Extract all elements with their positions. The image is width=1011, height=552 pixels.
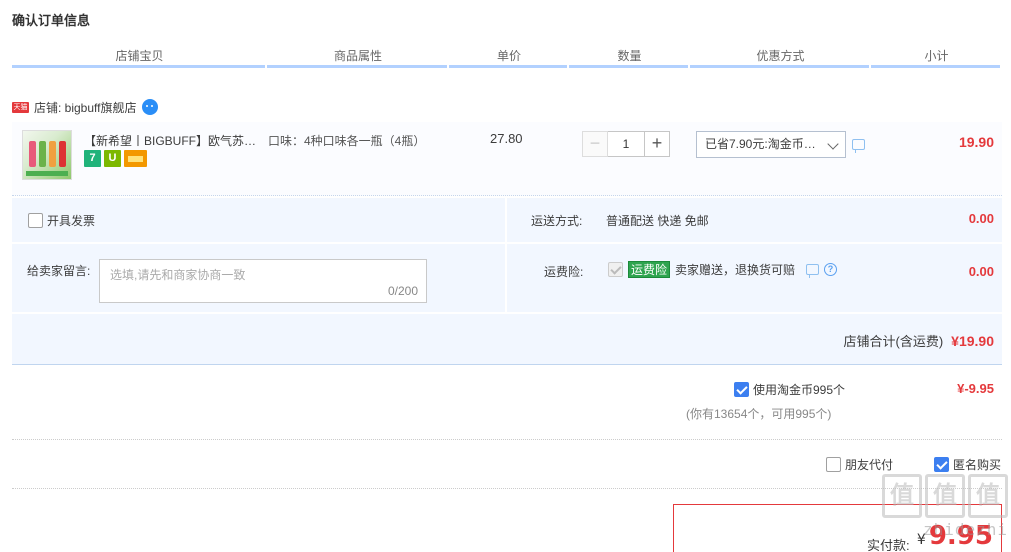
order-options-panel: 开具发票 运送方式: 普通配送 快递 免邮 0.00 给卖家留言: 0/200 … [12,198,1002,365]
friend-pay-option[interactable]: 朋友代付 [826,456,893,473]
shop-line: 天猫 店铺: bigbuff旗舰店 [12,98,159,116]
discount-selected-value: 已省7.90元:淘金币抵扣 [705,137,817,151]
taobao-coin-row: 使用淘金币995个 ¥-9.95 (你有13654个，可用995个) [12,366,1002,440]
shipping-insurance-label: 运费险: [544,265,584,279]
anonymous-purchase-checkbox[interactable] [934,457,949,472]
insurance-checkbox [608,262,623,277]
panel-divider [505,198,507,314]
anonymous-purchase-label: 匿名购买 [953,458,1002,472]
product-attributes: 口味：4种口味各一瓶（4瓶） [268,134,426,148]
panel-divider [12,312,1002,314]
payment-options-row: 朋友代付 匿名购买 [12,441,1002,489]
header-quantity: 数量 [569,48,690,68]
watermark: 值 值 值 zhidezhi [858,474,1008,552]
insurance-amount: 0.00 [968,264,994,279]
anonymous-purchase-option[interactable]: 匿名购买 [934,456,1001,473]
certified-icon[interactable]: U [104,150,121,167]
shipping-amount: 0.00 [968,211,994,226]
friend-pay-label: 朋友代付 [845,458,894,472]
header-unit-price: 单价 [449,48,569,68]
invoice-label: 开具发票 [47,214,96,228]
coin-discount-amount: ¥-9.95 [957,381,994,396]
order-table-header: 店铺宝贝 商品属性 单价 数量 优惠方式 小计 [12,48,1002,68]
shop-total-label: 店铺合计(含运费) [843,334,944,349]
discount-comment-icon[interactable] [852,139,865,153]
quantity-input[interactable]: 1 [608,131,644,157]
shipping-method-value: 普通配送 快递 免邮 [606,214,709,228]
help-icon[interactable]: ? [824,263,838,276]
wangwang-chat-icon[interactable] [142,99,159,115]
insurance-description: 卖家赠送，退换货可赔 [675,263,796,277]
credit-card-icon[interactable] [124,150,147,167]
header-shop-item: 店铺宝贝 [12,48,267,68]
invoice-option[interactable]: 开具发票 [28,212,95,229]
insurance-tag: 运费险 [628,261,671,278]
watermark-char: 值 [925,474,965,518]
use-coins-checkbox[interactable] [734,382,749,397]
coin-balance-note: (你有13654个，可用995个) [686,407,832,421]
quantity-plus-button[interactable]: + [644,131,670,157]
header-attributes: 商品属性 [267,48,449,68]
use-coins-label: 使用淘金币995个 [753,383,846,397]
seven-day-return-icon[interactable]: 7 [84,150,101,167]
item-subtotal: 19.90 [958,134,994,150]
insurance-comment-icon[interactable] [806,264,820,278]
header-discount: 优惠方式 [690,48,871,68]
watermark-char: 值 [968,474,1008,518]
product-title-link[interactable]: 【新希望丨BIGBUFF】欧气苏打水 [84,132,259,149]
seller-message-box: 0/200 [99,259,427,303]
watermark-logo: 值 值 值 [858,474,1008,518]
message-char-count: 0/200 [387,284,418,298]
page-title: 确认订单信息 [12,13,91,28]
order-item-row: 【新希望丨BIGBUFF】欧气苏打水 7 U 口味：4种口味各一瓶（4瓶） 27… [12,122,1002,196]
seller-message-input[interactable] [100,260,426,302]
header-subtotal: 小计 [871,48,1002,68]
unit-price: 27.80 [490,131,523,146]
shipping-insurance-option: 运费险 卖家赠送，退换货可赔 ? [608,261,838,278]
product-thumbnail[interactable] [22,130,72,180]
use-coins-option[interactable]: 使用淘金币995个 [734,381,845,398]
tmall-icon: 天猫 [12,101,29,113]
panel-divider [12,242,1002,244]
watermark-text: zhidezhi [922,520,1008,539]
shop-name-link[interactable]: 店铺: bigbuff旗舰店 [34,99,136,116]
discount-select[interactable]: 已省7.90元:淘金币抵扣 [696,131,846,158]
service-badges: 7 U [84,150,147,167]
quantity-stepper: − 1 + [582,131,670,157]
friend-pay-checkbox[interactable] [826,457,841,472]
shipping-method-label: 运送方式: [531,214,583,228]
shop-total-value: ¥19.90 [951,332,994,349]
watermark-char: 值 [882,474,922,518]
chevron-down-icon [827,138,839,150]
shop-total: 店铺合计(含运费) ¥19.90 [844,331,995,350]
invoice-checkbox[interactable] [28,213,43,228]
quantity-minus-button[interactable]: − [582,131,608,157]
seller-message-label: 给卖家留言: [27,264,91,278]
